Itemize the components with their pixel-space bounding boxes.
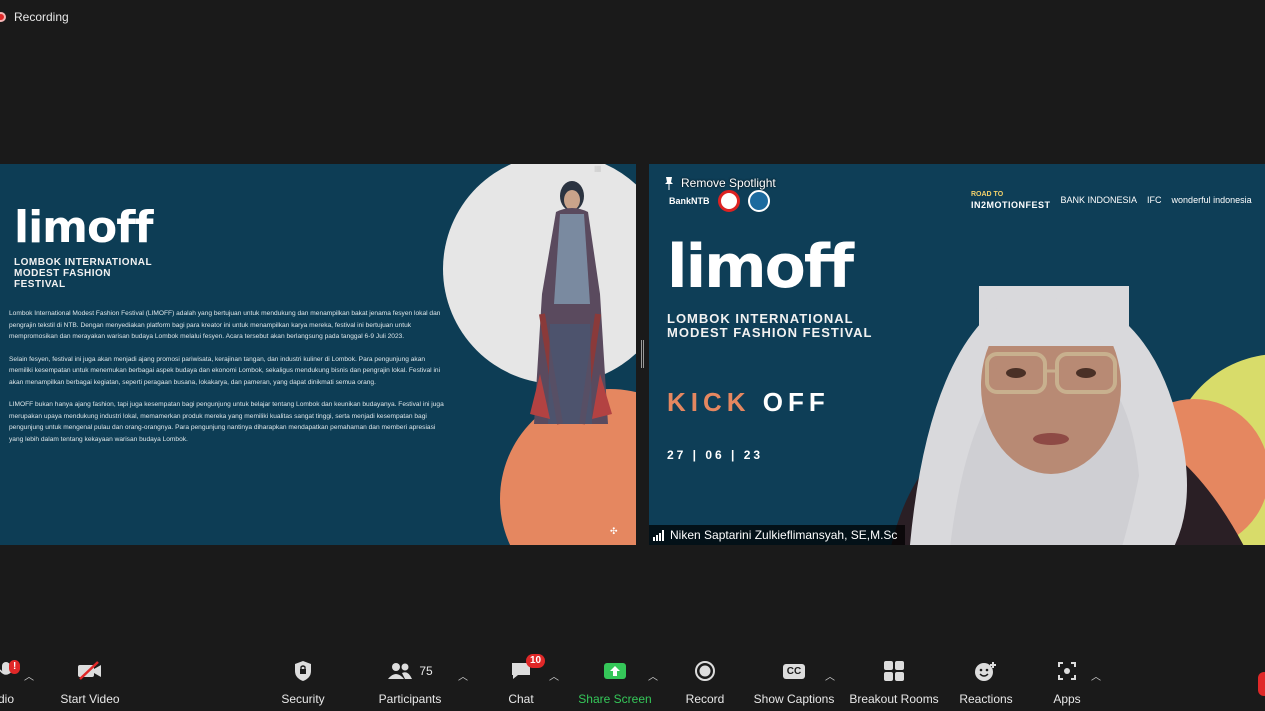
participant-video (891, 286, 1244, 545)
remove-spotlight-button[interactable]: Remove Spotlight (663, 176, 776, 190)
breakout-rooms-icon (883, 658, 905, 684)
kick-text: KICK (667, 387, 751, 417)
video-off-icon (76, 658, 104, 684)
participants-label: Participants (378, 692, 442, 706)
model-photo (530, 181, 612, 425)
start-video-button[interactable]: Start Video (58, 658, 122, 706)
chat-unread-badge: 10 (526, 654, 546, 668)
apps-options-caret-icon[interactable]: ︿ (1091, 668, 1101, 683)
shared-screen-panel[interactable]: limoff LOMBOK INTERNATIONAL MODEST FASHI… (0, 164, 636, 545)
participant-name-tag: Niken Saptarini Zulkieflimansyah, SE,M.S… (649, 525, 906, 545)
chat-button[interactable]: 10 Chat (504, 654, 546, 706)
reactions-label: Reactions (959, 692, 1013, 706)
kickoff-heading: KICK OFF (667, 387, 830, 418)
audio-warning-badge: ! (9, 660, 21, 674)
emoji-icon (974, 658, 998, 684)
share-screen-button[interactable]: Share Screen (578, 658, 652, 706)
record-label: Record (685, 692, 725, 706)
wonderful-indonesia-logo: wonderful indonesia (1171, 195, 1252, 205)
spotlight-video-panel[interactable]: Remove Spotlight BankNTB ROAD TO IN2MOTI… (649, 164, 1265, 545)
recording-indicator[interactable]: Recording (0, 10, 69, 24)
slide-subtitle: LOMBOK INTERNATIONAL MODEST FASHION FEST… (14, 257, 152, 290)
slide-paragraph: Lombok International Modest Fashion Fest… (9, 310, 441, 340)
share-screen-label: Share Screen (578, 692, 652, 706)
participants-icon: 75 (387, 658, 433, 684)
slide-paragraph: Selain fesyen, festival ini juga akan me… (9, 355, 441, 386)
sponsor-logos-right: ROAD TO IN2MOTIONFEST BANK INDONESIA IFC… (971, 190, 1252, 210)
captions-options-caret-icon[interactable]: ︿ (825, 668, 835, 683)
participants-count: 75 (419, 664, 433, 678)
recording-dot-icon (0, 12, 6, 22)
audio-label: dio (0, 692, 14, 706)
participants-button[interactable]: 75 Participants (376, 658, 444, 706)
show-captions-label: Show Captions (753, 692, 835, 706)
panel-resize-handle[interactable] (641, 340, 644, 368)
breakout-rooms-button[interactable]: Breakout Rooms (848, 658, 940, 706)
cursor-icon: ✣ (610, 526, 618, 536)
start-video-label: Start Video (60, 692, 120, 706)
slide-paragraph: LIMOFF bukan hanya ajang fashion, tapi j… (9, 401, 444, 443)
slide-logo: limoff (14, 202, 154, 253)
apps-icon (1057, 658, 1077, 684)
security-label: Security (281, 692, 325, 706)
participant-name: Niken Saptarini Zulkieflimansyah, SE,M.S… (670, 528, 898, 542)
remove-spotlight-label: Remove Spotlight (681, 176, 776, 190)
recording-label: Recording (14, 10, 69, 24)
road-to-label: ROAD TO (971, 191, 1004, 198)
chat-options-caret-icon[interactable]: ︿ (549, 668, 559, 683)
end-meeting-button[interactable] (1258, 672, 1265, 696)
reactions-button[interactable]: Reactions (958, 658, 1014, 706)
slide-body-text: Lombok International Modest Fashion Fest… (9, 308, 449, 456)
bank-ntb-logo: BankNTB (669, 196, 710, 206)
cam-logo: limoff (667, 232, 854, 302)
audio-button[interactable]: ! dio (0, 658, 21, 706)
shield-icon (294, 658, 312, 684)
sponsor-logos-left: BankNTB (669, 190, 770, 212)
in2motion-label: IN2MOTIONFEST (971, 200, 1051, 210)
connection-signal-icon (653, 529, 664, 541)
grip-icon[interactable]: ▦ (594, 164, 606, 174)
emblem-icon (717, 190, 740, 212)
share-screen-icon (603, 658, 627, 684)
share-options-caret-icon[interactable]: ︿ (648, 668, 658, 683)
show-captions-button[interactable]: CC Show Captions (752, 658, 836, 706)
chat-icon: 10 (510, 654, 546, 684)
audio-options-caret-icon[interactable]: ︿ (24, 668, 34, 683)
security-button[interactable]: Security (280, 658, 326, 706)
captions-icon: CC (782, 658, 806, 684)
apps-label: Apps (1053, 692, 1081, 706)
zoom-meeting-window: Recording limoff LOMBOK INTERNATIONAL MO… (0, 0, 1265, 711)
cc-glyph: CC (782, 663, 806, 679)
record-icon (694, 658, 716, 684)
participants-options-caret-icon[interactable]: ︿ (458, 668, 468, 683)
meeting-toolbar: ! dio ︿ Start Video Security 75 Particip… (0, 654, 1265, 711)
apps-button[interactable]: Apps (1050, 658, 1084, 706)
microphone-icon: ! (0, 658, 21, 684)
ifc-logo: IFC (1147, 195, 1162, 205)
bank-indonesia-logo: BANK INDONESIA (1060, 195, 1138, 205)
ntb-emblem-icon (747, 190, 770, 212)
off-text: OFF (762, 387, 830, 417)
event-date: 27 | 06 | 23 (667, 448, 764, 462)
breakout-rooms-label: Breakout Rooms (849, 692, 939, 706)
pin-icon (665, 177, 673, 190)
chat-label: Chat (508, 692, 534, 706)
record-button[interactable]: Record (684, 658, 726, 706)
in2motion-logo: ROAD TO IN2MOTIONFEST (971, 190, 1051, 210)
